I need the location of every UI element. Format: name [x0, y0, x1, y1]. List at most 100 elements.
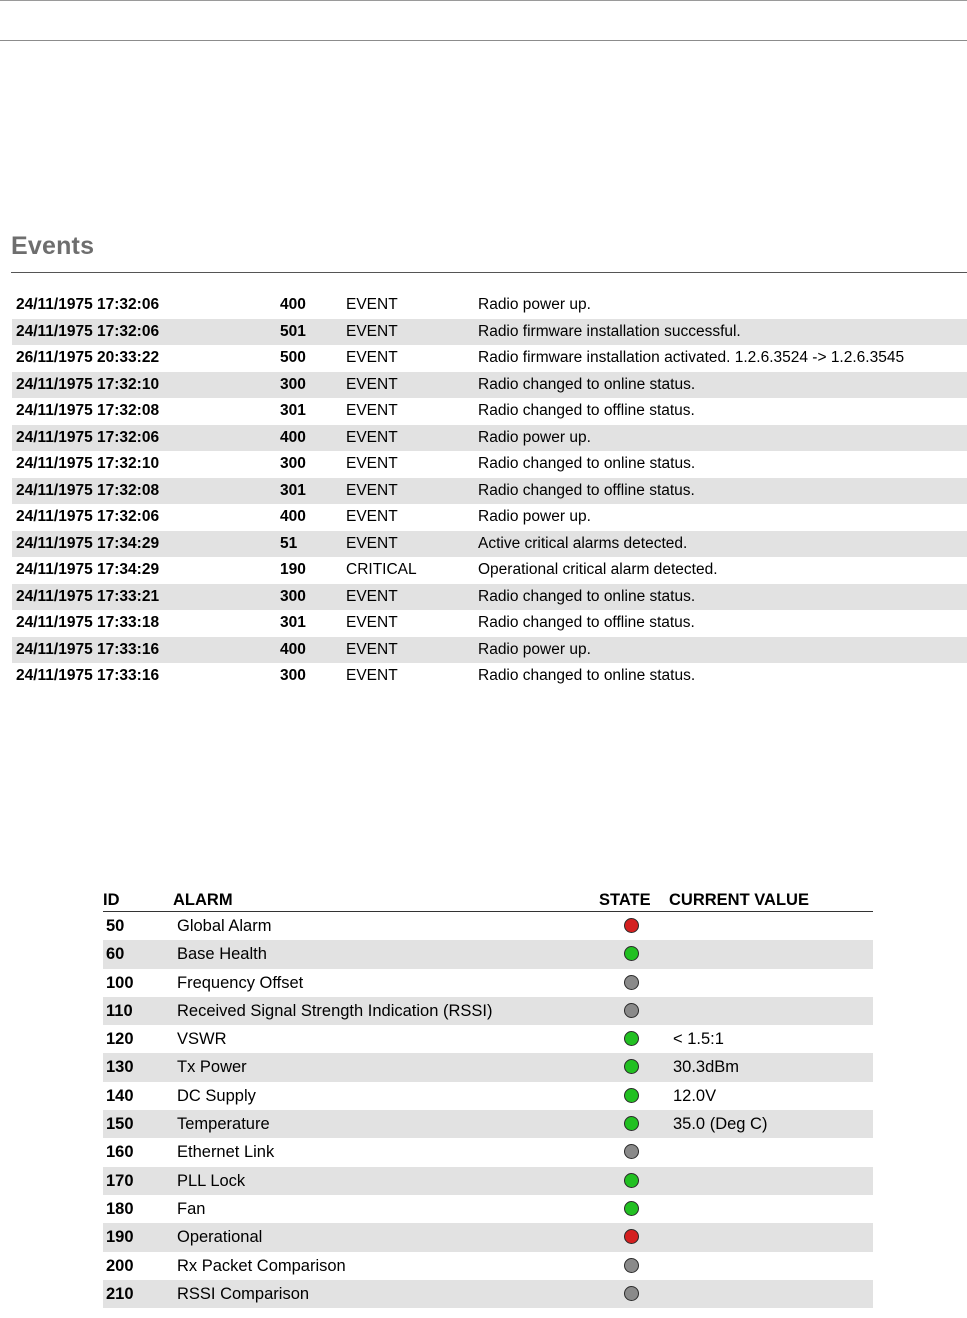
- event-code: 500: [280, 349, 306, 366]
- event-type: EVENT: [346, 375, 398, 393]
- alarm-state-indicator-icon: [624, 1116, 639, 1132]
- event-code: 400: [280, 640, 306, 658]
- event-time: 24/11/1975 17:32:06: [16, 322, 160, 340]
- alarm-row: 150 Temperature 35.0 (Deg C): [103, 1110, 873, 1139]
- alarm-state-indicator-icon: [624, 1229, 639, 1245]
- alarm-id: 100: [106, 973, 134, 992]
- event-type: EVENT: [346, 402, 398, 419]
- alarm-row: 50 Global Alarm: [103, 912, 873, 940]
- alarm-row: 160 Ethernet Link: [103, 1138, 873, 1166]
- event-type: EVENT: [346, 455, 398, 472]
- alarm-row: 180 Fan: [103, 1195, 873, 1223]
- event-message: Radio changed to online status.: [478, 667, 696, 684]
- alarm-name: Tx Power: [177, 1058, 247, 1077]
- alarm-state-indicator-icon: [624, 1031, 639, 1047]
- event-time: 24/11/1975 17:32:08: [16, 481, 160, 499]
- event-code: 400: [280, 428, 306, 446]
- alarm-row: 100 Frequency Offset: [103, 969, 873, 997]
- alarm-current-value: 35.0 (Deg C): [673, 1115, 768, 1134]
- event-message: Radio changed to offline status.: [478, 614, 695, 631]
- event-row: 24/11/1975 17:33:16 300 EVENT Radio changed…: [12, 663, 967, 690]
- event-time: 24/11/1975 17:32:10: [16, 375, 160, 393]
- alarm-name: VSWR: [177, 1030, 227, 1049]
- event-message: Operational critical alarm detected.: [478, 561, 718, 578]
- alarm-state-indicator-icon: [624, 1200, 639, 1216]
- alarm-current-value: 30.3dBm: [673, 1058, 740, 1077]
- alarm-name: RSSI Comparison: [177, 1284, 310, 1303]
- alarm-id: 140: [106, 1086, 134, 1105]
- event-type: EVENT: [346, 640, 398, 658]
- events-heading: Events: [11, 232, 95, 260]
- event-row: 24/11/1975 17:34:29 190 CRITICAL Operationa…: [12, 557, 967, 584]
- alarm-name: Ethernet Link: [177, 1143, 275, 1162]
- event-type: EVENT: [346, 614, 398, 631]
- alarm-state-indicator-icon: [624, 1172, 639, 1188]
- alarm-id: 170: [106, 1171, 134, 1190]
- alarm-row: 140 DC Supply 12.0V: [103, 1082, 873, 1110]
- event-type: EVENT: [346, 349, 398, 366]
- event-row: 24/11/1975 17:32:06 400 EVENT Radio power u…: [12, 504, 967, 531]
- event-row: 24/11/1975 17:32:10 300 EVENT Radio changed…: [12, 451, 967, 478]
- event-type: CRITICAL: [346, 561, 417, 578]
- alarm-id: 190: [106, 1228, 134, 1247]
- event-code: 300: [280, 587, 306, 605]
- event-time: 24/11/1975 17:34:29: [16, 561, 160, 578]
- alarm-name: Received Signal Strength Indication (RSS…: [177, 1001, 493, 1020]
- event-code: 51: [280, 534, 298, 552]
- alarm-id: 130: [106, 1058, 134, 1077]
- event-code: 300: [280, 667, 306, 684]
- alarms-header-current-value: CURRENT VALUE: [669, 891, 809, 909]
- event-message: Radio changed to offline status.: [478, 481, 695, 499]
- event-row: 24/11/1975 17:33:18 301 EVENT Radio changed…: [12, 610, 967, 637]
- event-message: Radio changed to offline status.: [478, 402, 695, 419]
- event-type: EVENT: [346, 667, 398, 684]
- alarm-state-indicator-icon: [624, 974, 639, 990]
- event-code: 300: [280, 375, 306, 393]
- alarm-id: 200: [106, 1256, 134, 1275]
- alarm-row: 170 PLL Lock: [103, 1166, 873, 1195]
- alarms-body: 50 Global Alarm 60 Base Health 100 Frequency …: [103, 912, 873, 1309]
- alarm-id: 160: [106, 1143, 134, 1162]
- event-message: Radio power up.: [478, 508, 591, 525]
- event-message: Radio changed to online status.: [478, 455, 696, 472]
- event-row: 24/11/1975 17:32:08 301 EVENT Radio changed…: [12, 398, 967, 425]
- alarm-id: 180: [106, 1199, 134, 1218]
- event-time: 24/11/1975 17:32:06: [16, 428, 160, 446]
- alarm-id: 110: [106, 1001, 133, 1020]
- event-message: Radio power up.: [478, 428, 591, 446]
- alarm-id: 60: [106, 945, 125, 964]
- event-row: 24/11/1975 17:33:21 300 EVENT Radio changed…: [12, 583, 967, 610]
- alarm-row: 130 Tx Power 30.3dBm: [103, 1053, 873, 1082]
- alarm-id: 120: [106, 1030, 134, 1049]
- alarm-row: 190 Operational: [103, 1223, 873, 1252]
- events-table: 24/11/1975 17:32:06 400 EVENT Radio power u…: [12, 292, 967, 690]
- event-type: EVENT: [346, 481, 398, 499]
- event-time: 24/11/1975 17:32:08: [16, 402, 160, 419]
- alarms-header-id: ID: [103, 891, 120, 909]
- event-row: 26/11/1975 20:33:22 500 EVENT Radio firmwar…: [12, 345, 967, 372]
- alarm-state-indicator-icon: [624, 1144, 639, 1160]
- alarm-row: 120 VSWR < 1.5:1: [103, 1025, 873, 1053]
- event-message: Radio changed to online status.: [478, 375, 696, 393]
- event-message: Radio power up.: [478, 296, 591, 313]
- event-row: 24/11/1975 17:34:29 51 EVENT Active critica…: [12, 530, 967, 557]
- alarm-name: Frequency Offset: [177, 973, 304, 992]
- event-type: EVENT: [346, 322, 398, 340]
- event-row: 24/11/1975 17:32:06 400 EVENT Radio power u…: [12, 292, 967, 319]
- alarm-state-indicator-icon: [624, 946, 639, 962]
- alarm-current-value: < 1.5:1: [673, 1030, 724, 1049]
- event-time: 24/11/1975 17:32:06: [16, 296, 160, 313]
- event-time: 24/11/1975 17:32:10: [16, 455, 160, 472]
- alarm-name: Fan: [177, 1199, 206, 1218]
- alarms-table: ID ALARM STATE CURRENT VALUE 50 Global Al…: [103, 888, 873, 1309]
- event-type: EVENT: [346, 587, 398, 605]
- alarm-current-value: 12.0V: [673, 1086, 717, 1105]
- event-code: 300: [280, 455, 306, 472]
- alarm-id: 50: [106, 917, 125, 935]
- alarm-id: 150: [106, 1115, 134, 1134]
- event-code: 400: [280, 296, 306, 313]
- event-time: 24/11/1975 17:33:16: [16, 667, 160, 684]
- event-type: EVENT: [346, 428, 398, 446]
- alarm-state-indicator-icon: [624, 1059, 639, 1075]
- event-code: 301: [280, 614, 306, 631]
